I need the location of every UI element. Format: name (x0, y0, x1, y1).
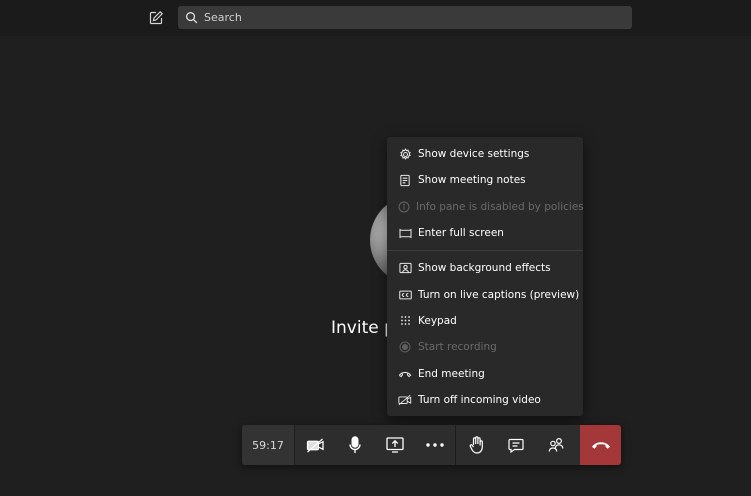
search-placeholder: Search (204, 11, 242, 24)
leave-call-button[interactable] (580, 425, 621, 465)
keypad-icon (398, 314, 412, 328)
raise-hand-button[interactable] (456, 425, 496, 465)
menu-separator (387, 250, 583, 251)
raise-hand-icon (469, 436, 484, 454)
participants-icon (548, 437, 565, 453)
menu-item-background-effects[interactable]: Show background effects (387, 255, 583, 281)
menu-item-keypad[interactable]: Keypad (387, 308, 583, 334)
share-screen-button[interactable] (375, 425, 415, 465)
menu-item-full-screen[interactable]: Enter full screen (387, 220, 583, 246)
chat-button[interactable] (496, 425, 536, 465)
menu-item-live-captions[interactable]: Turn on live captions (preview) (387, 282, 583, 308)
video-off-icon (398, 393, 412, 407)
call-toolbar: 59:17 (242, 425, 621, 465)
menu-item-info-pane: Info pane is disabled by policies (387, 194, 584, 220)
captions-icon (398, 288, 412, 302)
background-effects-icon (398, 261, 412, 275)
invite-text: Invite p (331, 318, 395, 338)
menu-item-turn-off-incoming-video[interactable]: Turn off incoming video (387, 387, 583, 413)
info-icon (398, 200, 410, 214)
share-screen-icon (386, 437, 404, 453)
more-icon (426, 443, 444, 447)
compose-icon[interactable] (147, 9, 165, 27)
mic-toggle-button[interactable] (335, 425, 375, 465)
search-icon (185, 11, 199, 25)
record-icon (398, 340, 412, 354)
gear-icon (398, 147, 412, 161)
search-box[interactable]: Search (178, 6, 632, 29)
menu-item-start-recording: Start recording (387, 334, 583, 360)
menu-item-device-settings[interactable]: Show device settings (387, 141, 583, 167)
hang-up-icon (591, 441, 611, 450)
menu-item-end-meeting[interactable]: End meeting (387, 361, 583, 387)
chat-icon (508, 438, 524, 453)
microphone-icon (348, 436, 362, 454)
menu-item-meeting-notes[interactable]: Show meeting notes (387, 167, 583, 193)
call-timer: 59:17 (242, 425, 295, 465)
top-bar: Search (0, 0, 751, 36)
more-options-menu: Show device settings Show meeting notes … (387, 137, 584, 416)
camera-off-icon (306, 437, 325, 453)
end-meeting-icon (398, 367, 412, 381)
notes-icon (398, 173, 412, 187)
fullscreen-icon (398, 226, 412, 240)
camera-toggle-button[interactable] (295, 425, 335, 465)
more-actions-button[interactable] (415, 425, 455, 465)
participants-button[interactable] (536, 425, 576, 465)
